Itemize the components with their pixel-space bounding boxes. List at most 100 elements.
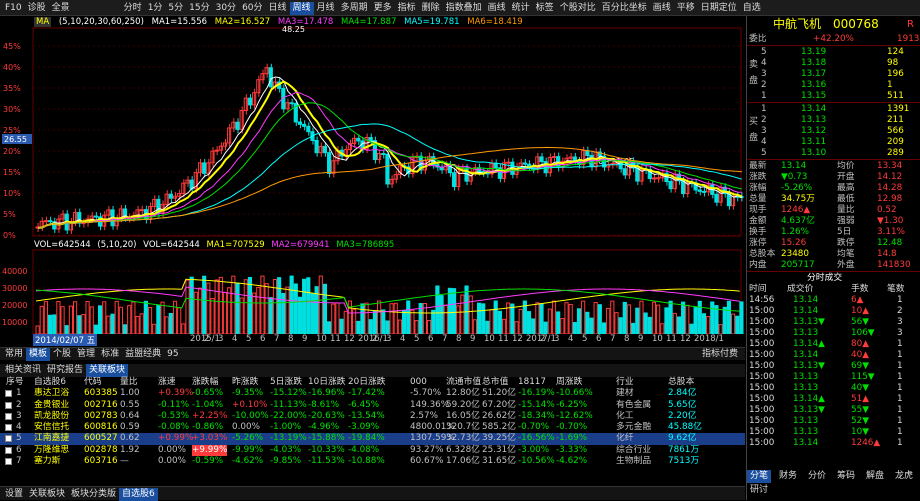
toolbar-item-7[interactable]: 30分 [213, 2, 239, 15]
volume-bar [218, 276, 223, 335]
qty: 1391 [887, 104, 910, 114]
bottom-tab-1[interactable]: 关联板块 [26, 488, 68, 501]
kline-chart[interactable]: 45% 40% 35% 30% 25% 20% 15% 10% 5% 0% 40000 30000 20… [0, 16, 745, 335]
panel-tab-1[interactable]: 研究报告 [44, 364, 86, 377]
r-badge[interactable]: R [907, 16, 914, 33]
table-row[interactable]: 6 万隆维思 002878 1.92 0.00% +9.99% -9.99% -4.03% -1… [0, 444, 745, 457]
quote-tab-0[interactable]: 分笔 [747, 470, 772, 483]
toolbar-item-9[interactable]: 日线 [266, 2, 290, 15]
tick-count: 3 [897, 317, 903, 327]
column-header[interactable]: 总股本 [668, 377, 694, 388]
ma-label[interactable]: MA [34, 17, 52, 27]
toolbar-item-23[interactable]: 平移 [674, 2, 698, 15]
column-header[interactable]: 涨跌幅 [192, 377, 218, 388]
column-header[interactable]: 总市值 [482, 377, 508, 388]
column-header[interactable]: 代码 [84, 377, 102, 388]
column-header[interactable]: 18117 [518, 377, 546, 388]
table-row[interactable]: 2 金贵银业 002716 0.55 -0.11% -1.04% +0.10% -11.13%… [0, 400, 745, 411]
toolbar-item-3[interactable]: 分时 [121, 2, 145, 15]
column-header[interactable]: 5日涨跌 [270, 377, 302, 388]
row-checkbox[interactable] [5, 412, 12, 420]
toolbar-item-8[interactable]: 60分 [239, 2, 265, 15]
toolbar-item-17[interactable]: 画线 [485, 2, 509, 15]
indicator-tab-0[interactable]: 常用 [2, 348, 26, 361]
table-row[interactable]: 4 安信信托 600816 0.59 -0.08% -0.86% 0.00% -1.00% -4… [0, 422, 745, 433]
column-header[interactable]: 涨速 [158, 377, 176, 388]
column-header[interactable]: 10日涨跌 [308, 377, 346, 388]
row-checkbox[interactable] [5, 424, 12, 432]
column-header[interactable]: 行业 [616, 377, 634, 388]
chart-area[interactable]: 45% 40% 35% 30% 25% 20% 15% 10% 5% 0% 40000 30000 20… [0, 16, 745, 335]
volume-bar [543, 321, 548, 335]
toolbar-item-16[interactable]: 指数叠加 [443, 2, 485, 15]
table-cell: 3 [16, 410, 22, 421]
volume-bar [147, 307, 153, 335]
indicator-tab-5[interactable]: 益盟经典 [122, 348, 164, 361]
column-header[interactable]: 昨涨跌 [232, 377, 258, 388]
toolbar-item-13[interactable]: 更多 [371, 2, 395, 15]
toolbar-item-4[interactable]: 1分 [145, 2, 166, 15]
bottom-tab-3[interactable]: 自选股6 [119, 488, 158, 501]
volume-bar [614, 312, 619, 335]
table-row[interactable]: 3 凯龙股份 002783 0.64 -0.53% +2.25% -10.00% -22.00… [0, 411, 745, 422]
table-cell: 化工 [616, 410, 634, 421]
indicator-tab-1[interactable]: 模板 [26, 348, 51, 361]
table-row[interactable]: 1 惠达卫浴 603385 1.00 +0.39% -0.65% -9.35% -15.12%… [0, 388, 745, 399]
table-row[interactable]: 5 江南嘉捷 600527 0.62 +0.99% +3.03% -5.26% -13.19%… [0, 433, 745, 445]
bottom-tab-2[interactable]: 板块分类版 [68, 488, 119, 501]
tick-qty: 69▼ [851, 361, 869, 371]
quote-tab-5[interactable]: 龙虎 [892, 470, 916, 483]
toolbar-item-0[interactable]: F10 [2, 2, 25, 15]
toolbar-item-21[interactable]: 百分比坐标 [599, 2, 650, 15]
toolbar-item-15[interactable]: 删除 [419, 2, 443, 15]
indicator-pay-button[interactable]: 指标付费 [699, 348, 741, 361]
toolbar-item-20[interactable]: 个股对比 [557, 2, 599, 15]
toolbar-item-24[interactable]: 日期定位 [698, 2, 740, 15]
table-cell: 凯龙股份 [34, 410, 70, 421]
column-header[interactable]: 20日涨跌 [348, 377, 386, 388]
toolbar-item-12[interactable]: 多周期 [338, 2, 371, 15]
vol-tick: 30000 [2, 284, 27, 293]
toolbar-item-22[interactable]: 画线 [650, 2, 674, 15]
toolbar-item-18[interactable]: 统计 [509, 2, 533, 15]
row-checkbox[interactable] [5, 446, 12, 454]
panel-tab-2[interactable]: 关联板块 [86, 364, 129, 377]
vol-label[interactable]: VOL=642544 [34, 240, 91, 250]
column-header[interactable]: 000 [410, 377, 427, 388]
indicator-tab-6[interactable]: 95 [164, 348, 181, 361]
column-header[interactable]: 自选股6 [34, 377, 66, 388]
quote-tab-discuss[interactable]: 研讨 [747, 484, 771, 497]
stat-row: 金额 4.637亿 强弱 ▼1.30 [747, 216, 920, 227]
column-header[interactable]: 周涨跌 [556, 377, 582, 388]
quote-tab-2[interactable]: 分价 [805, 470, 829, 483]
indicator-tab-2[interactable]: 个股 [50, 348, 74, 361]
toolbar-item-19[interactable]: 标签 [533, 2, 557, 15]
toolbar-item-14[interactable]: 指标 [395, 2, 419, 15]
quote-tab-3[interactable]: 筹码 [834, 470, 858, 483]
row-checkbox[interactable] [5, 435, 12, 443]
toolbar-item-25[interactable]: 自选 [740, 2, 764, 15]
quote-tab-4[interactable]: 解盘 [863, 470, 887, 483]
toolbar-item-10[interactable]: 周线 [289, 2, 314, 15]
toolbar-item-5[interactable]: 5分 [165, 2, 186, 15]
bottom-tab-0[interactable]: 设置 [2, 488, 26, 501]
sell-row: 3 13.17 196 [747, 69, 920, 80]
column-header[interactable]: 量比 [120, 377, 138, 388]
indicator-tab-4[interactable]: 标准 [98, 348, 122, 361]
indicator-tab-3[interactable]: 管理 [74, 348, 98, 361]
separator [747, 271, 920, 272]
toolbar-item-1[interactable]: 诊股 [25, 2, 49, 15]
stat-value: 14.8 [877, 249, 897, 259]
volume-bar [222, 292, 228, 335]
quote-tab-1[interactable]: 财务 [776, 470, 800, 483]
panel-tab-0[interactable]: 相关资讯 [2, 364, 44, 377]
row-checkbox[interactable] [5, 401, 12, 409]
toolbar-item-2[interactable]: 全景 [49, 2, 73, 15]
toolbar-item-11[interactable]: 月线 [314, 2, 338, 15]
row-checkbox[interactable] [5, 390, 12, 398]
column-header[interactable]: 流通市值 [446, 377, 481, 388]
row-checkbox[interactable] [5, 458, 12, 466]
toolbar-item-6[interactable]: 15分 [186, 2, 212, 15]
column-header[interactable]: 序号 [6, 377, 24, 388]
table-row[interactable]: 7 塞力斯 603716— 0.00% -0.59% -4.62% -9.85% -11.53… [0, 456, 745, 467]
